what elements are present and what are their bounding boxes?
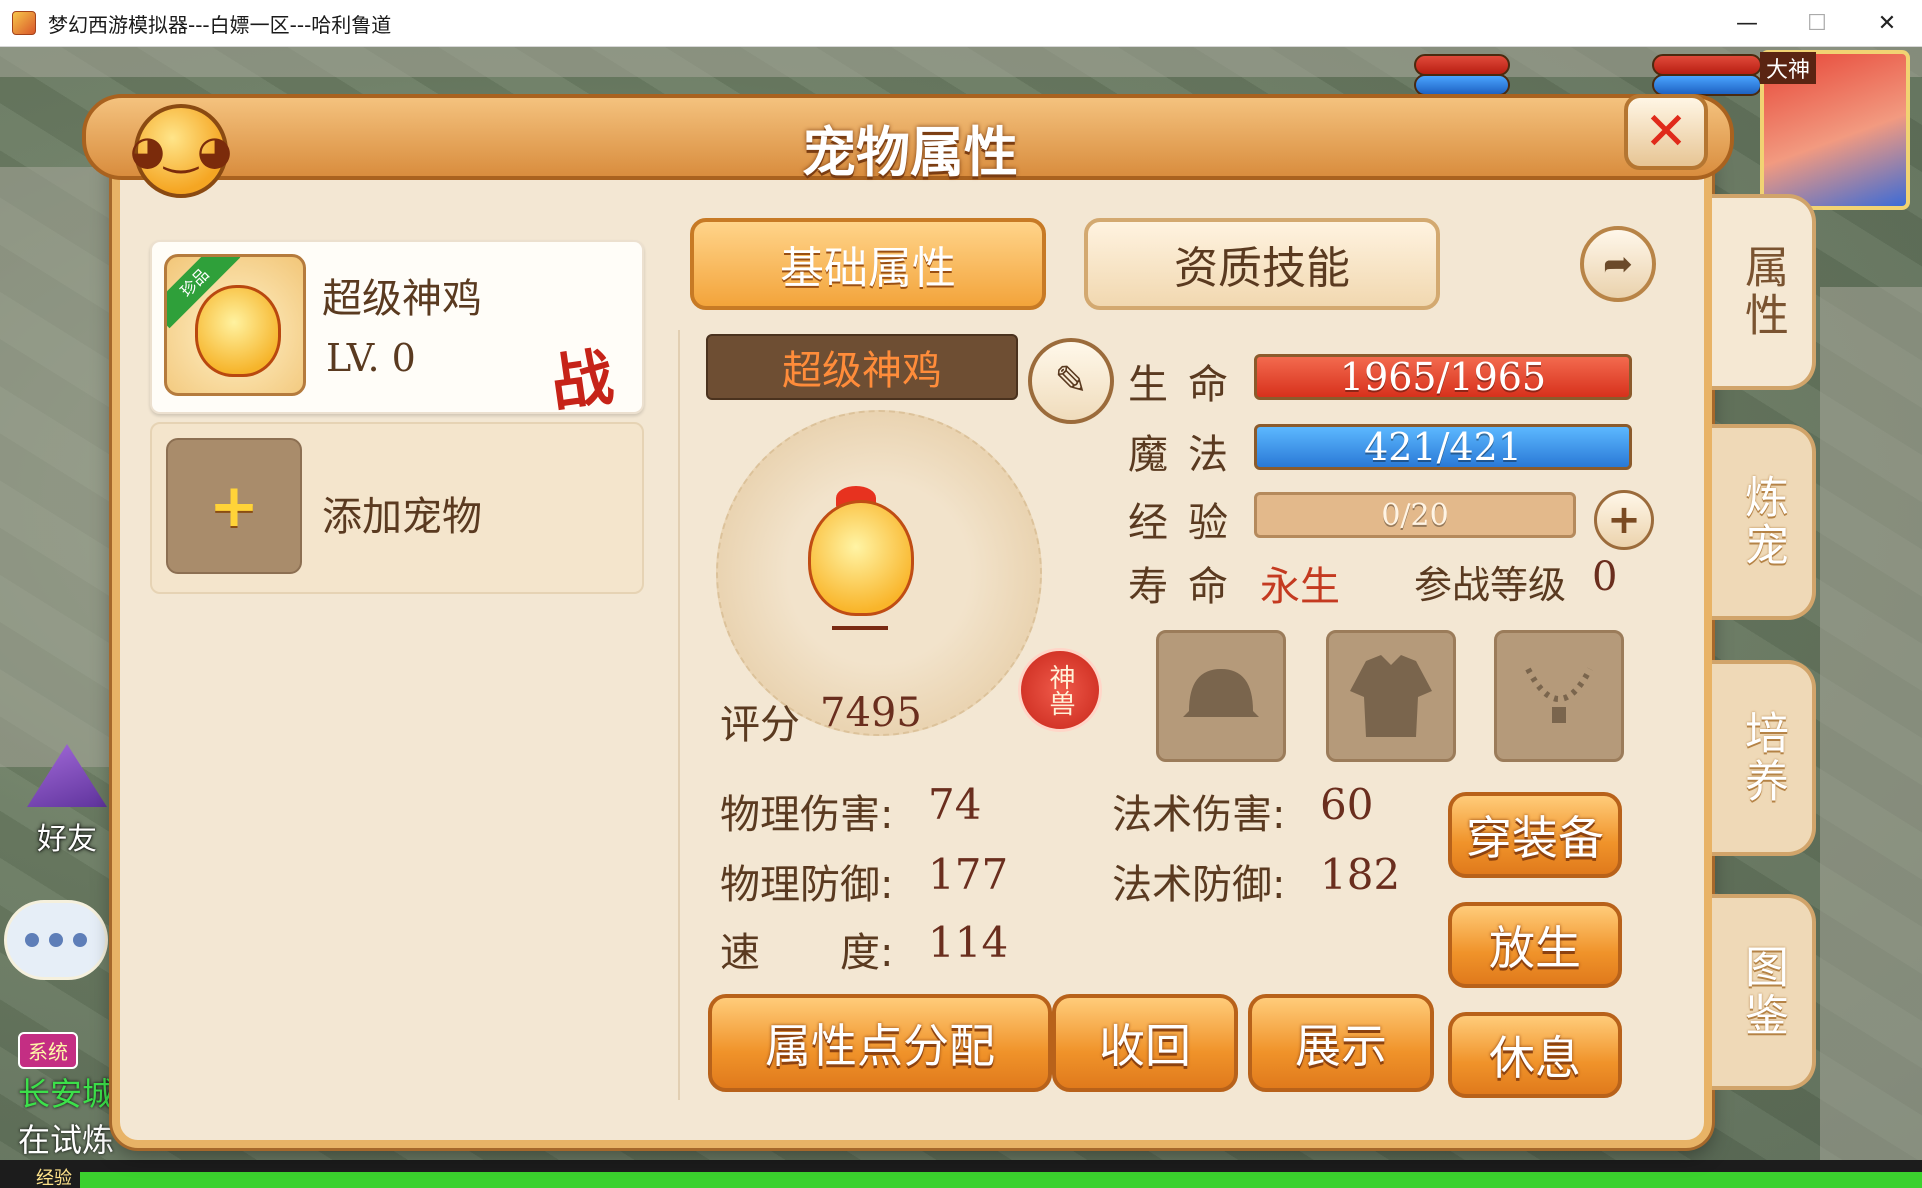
score-value: 7495: [820, 690, 922, 736]
equip-button[interactable]: 穿装备: [1448, 792, 1622, 878]
app-icon: [12, 11, 36, 35]
exp-bar: 0/20: [1254, 492, 1576, 538]
speed-label: 速 度:: [720, 930, 894, 976]
side-tab-label: 图鉴: [1737, 944, 1788, 1040]
hp-label: 生命: [1128, 362, 1248, 408]
physical-defense-value: 177: [928, 850, 1009, 899]
physical-damage-value: 74: [928, 780, 982, 829]
pet-feet: [832, 616, 888, 630]
battle-level-value: 0: [1592, 554, 1618, 600]
dialog-title: 宠物属性: [802, 121, 1018, 184]
magic-defense-label: 法术防御:: [1112, 862, 1286, 908]
magic-defense-value: 182: [1320, 850, 1401, 899]
add-pet-button[interactable]: + 添加宠物: [150, 422, 644, 594]
friends-avatar-icon: [27, 744, 107, 807]
hud-hp-bar: [1414, 54, 1510, 76]
physical-defense-label: 物理防御:: [720, 862, 894, 908]
exp-fill: [80, 1172, 1922, 1188]
chat-dot-icon: [49, 933, 63, 947]
side-tab-refine[interactable]: 炼宠: [1712, 424, 1816, 620]
equip-slot-armor[interactable]: [1326, 630, 1456, 762]
allocate-points-button[interactable]: 属性点分配: [708, 994, 1052, 1092]
plus-icon: +: [1607, 497, 1641, 543]
exp-strip-label: 经验: [36, 1168, 72, 1188]
battle-mark: 战: [545, 339, 618, 421]
window-close-button[interactable]: ✕: [1852, 0, 1922, 47]
pet-list-name: 超级神鸡: [322, 276, 482, 322]
rename-button[interactable]: ✎: [1028, 338, 1114, 424]
emoji-face-icon: ◕‿◕: [130, 104, 232, 198]
tab-basic-attributes[interactable]: 基础属性: [690, 218, 1046, 310]
tab-aptitude-skills[interactable]: 资质技能: [1084, 218, 1440, 310]
chat-dot-icon: [25, 933, 39, 947]
hud-hp-bar: [1652, 54, 1762, 76]
battle-level-label: 参战等级: [1414, 563, 1567, 607]
dialog-close-button[interactable]: ✕: [1624, 94, 1708, 170]
pet-list-item[interactable]: 珍品 超级神鸡 LV. 0 战: [150, 240, 644, 421]
scene-tile: [0, 167, 110, 767]
pet-thumbnail: 珍品: [164, 254, 306, 396]
life-value: 永生: [1260, 564, 1340, 610]
divider: [678, 330, 680, 1100]
side-tab-label: 属性: [1737, 244, 1788, 340]
pet-sprite[interactable]: [808, 500, 914, 616]
side-tab-handbook[interactable]: 图鉴: [1712, 894, 1816, 1090]
show-button[interactable]: 展示: [1248, 994, 1434, 1092]
hud-mp-bar: [1652, 74, 1762, 96]
divine-beast-seal: 神兽: [1018, 648, 1102, 732]
plus-icon: +: [166, 438, 302, 574]
scene-tile: [0, 47, 1922, 77]
chicken-icon: [195, 285, 281, 377]
share-button[interactable]: ➦: [1580, 226, 1656, 302]
life-label: 寿命: [1128, 564, 1248, 610]
scene-tile: [1820, 287, 1922, 1187]
window-title: 梦幻西游模拟器---白嫖一区---哈利鲁道: [48, 12, 392, 37]
magic-damage-label: 法术伤害:: [1112, 792, 1286, 838]
mp-bar: 421/421: [1254, 424, 1632, 470]
system-badge: 系统: [18, 1032, 78, 1069]
friends-button[interactable]: 好友: [22, 744, 112, 864]
side-tab-train[interactable]: 培养: [1712, 660, 1816, 856]
side-tab-label: 培养: [1737, 710, 1788, 806]
add-pet-label: 添加宠物: [322, 494, 482, 540]
avatar-tag: 大神: [1760, 52, 1817, 84]
side-tab-attributes[interactable]: 属性: [1712, 194, 1816, 390]
edit-icon: ✎: [1054, 358, 1088, 404]
helmet-icon: [1183, 669, 1259, 717]
minimize-button[interactable]: —: [1712, 0, 1782, 47]
pet-list-level: LV. 0: [326, 336, 416, 380]
share-icon: ➦: [1602, 243, 1634, 285]
score-label: 评分: [720, 702, 800, 748]
chat-dot-icon: [73, 933, 87, 947]
physical-damage-label: 物理伤害:: [720, 792, 894, 838]
side-tab-label: 炼宠: [1737, 474, 1788, 570]
equip-slot-necklace[interactable]: [1494, 630, 1624, 762]
hud-mp-bar: [1414, 74, 1510, 96]
maximize-button[interactable]: ☐: [1782, 0, 1852, 47]
magic-damage-value: 60: [1320, 780, 1374, 829]
recall-button[interactable]: 收回: [1052, 994, 1238, 1092]
armor-icon: [1350, 655, 1432, 737]
speed-value: 114: [928, 918, 1009, 967]
equip-slot-helmet[interactable]: [1156, 630, 1286, 762]
exp-label: 经验: [1128, 500, 1248, 546]
window-titlebar: 梦幻西游模拟器---白嫖一区---哈利鲁道 — ☐ ✕: [0, 0, 1922, 47]
rest-button[interactable]: 休息: [1448, 1012, 1622, 1098]
friends-label: 好友: [37, 822, 97, 857]
release-button[interactable]: 放生: [1448, 902, 1622, 988]
hp-bar: 1965/1965: [1254, 354, 1632, 400]
necklace-icon: [1525, 667, 1593, 723]
pet-name-plate: 超级神鸡: [706, 334, 1018, 400]
mp-label: 魔法: [1128, 432, 1248, 478]
chat-button[interactable]: [4, 900, 108, 980]
add-exp-button[interactable]: +: [1594, 490, 1654, 550]
